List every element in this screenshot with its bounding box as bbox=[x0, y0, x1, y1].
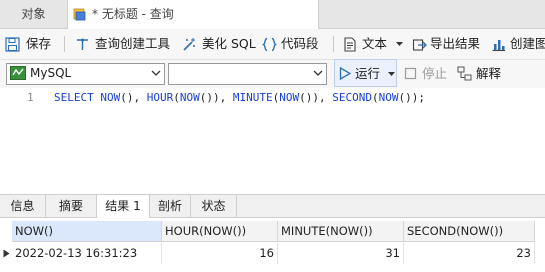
query-builder-icon bbox=[77, 38, 88, 50]
line-number: 1 bbox=[27, 91, 34, 104]
tab-result-1[interactable]: 结果 1 bbox=[97, 195, 150, 218]
result-grid[interactable]: NOW() HOUR(NOW()) MINUTE(NOW()) SECOND(N… bbox=[0, 218, 545, 272]
chevron-down-icon bbox=[313, 70, 323, 76]
text-label: 文本 bbox=[362, 36, 388, 51]
code-punct: ( bbox=[173, 91, 180, 104]
query-builder-label: 查询创建工具 bbox=[95, 36, 171, 51]
query-tab-label: * 无标题 - 查询 bbox=[92, 7, 174, 21]
function-now: NOW bbox=[378, 91, 399, 104]
tab-summary[interactable]: 摘要 bbox=[46, 195, 97, 217]
sql-editor[interactable]: 1 SELECT NOW(), HOUR(NOW()), MINUTE(NOW(… bbox=[0, 88, 545, 192]
tab-objects[interactable]: 对象 bbox=[0, 0, 68, 28]
mysql-connection-icon bbox=[10, 66, 26, 80]
text-button[interactable]: 文本 bbox=[343, 29, 405, 59]
function-now: NOW bbox=[279, 91, 300, 104]
dropdown-arrow-icon bbox=[396, 42, 403, 46]
explain-button[interactable]: 解释 bbox=[457, 60, 509, 88]
function-minute: MINUTE bbox=[232, 91, 273, 104]
function-now: NOW bbox=[100, 91, 121, 104]
table-cell-minute[interactable]: 31 bbox=[278, 243, 404, 264]
function-now: NOW bbox=[179, 91, 200, 104]
code-punct: ()), bbox=[299, 91, 333, 104]
table-cell-hour[interactable]: 16 bbox=[162, 243, 278, 264]
code-snippet-label: 代码段 bbox=[281, 36, 319, 51]
run-label: 运行 bbox=[355, 66, 381, 81]
keyword-select: SELECT bbox=[54, 91, 94, 104]
magic-wand-icon bbox=[183, 38, 195, 51]
stop-label: 停止 bbox=[422, 66, 448, 81]
tab-info[interactable]: 信息 bbox=[0, 195, 46, 217]
beautify-sql-button[interactable]: 美化 SQL bbox=[182, 29, 257, 59]
code-punct: (), bbox=[120, 91, 147, 104]
explain-label: 解释 bbox=[476, 66, 502, 81]
toolbar-divider bbox=[64, 36, 65, 52]
tab-status[interactable]: 状态 bbox=[191, 195, 237, 217]
play-icon bbox=[339, 67, 351, 80]
sql-code-line[interactable]: SELECT NOW(), HOUR(NOW()), MINUTE(NOW())… bbox=[54, 91, 425, 104]
explain-icon bbox=[457, 66, 472, 81]
query-builder-button[interactable]: 查询创建工具 bbox=[75, 29, 175, 59]
connection-select-value: MySQL bbox=[30, 66, 72, 80]
create-chart-label: 创建图 bbox=[510, 36, 545, 51]
code-punct: ()), bbox=[199, 91, 233, 104]
toolbar-divider bbox=[333, 36, 334, 52]
run-button[interactable]: 运行 bbox=[334, 59, 397, 87]
save-button[interactable]: 保存 bbox=[5, 29, 57, 59]
chart-icon bbox=[492, 40, 505, 52]
current-row-indicator-icon bbox=[3, 249, 10, 258]
tab-bar: 对象 * 无标题 - 查询 bbox=[0, 0, 545, 29]
export-results-label: 导出结果 bbox=[430, 36, 481, 51]
stop-icon bbox=[404, 67, 417, 80]
line-number-gutter: 1 bbox=[0, 88, 40, 192]
chevron-down-icon bbox=[151, 70, 161, 76]
code-snippet-button[interactable]: 代码段 bbox=[262, 29, 324, 59]
column-header-now[interactable]: NOW() bbox=[12, 221, 162, 242]
create-chart-button[interactable]: 创建图 bbox=[491, 29, 545, 59]
column-header-minute[interactable]: MINUTE(NOW()) bbox=[278, 221, 404, 242]
connection-select[interactable]: MySQL bbox=[6, 63, 165, 85]
database-select[interactable] bbox=[168, 63, 327, 85]
tab-query[interactable]: * 无标题 - 查询 bbox=[68, 0, 319, 29]
tab-profile[interactable]: 剖析 bbox=[150, 195, 191, 217]
code-punct: ()); bbox=[398, 91, 426, 104]
document-icon bbox=[344, 37, 356, 52]
braces-icon bbox=[262, 37, 277, 52]
connection-toolbar: MySQL 运行 停止 解释 bbox=[0, 59, 545, 89]
stop-button[interactable]: 停止 bbox=[404, 60, 452, 88]
export-results-button[interactable]: 导出结果 bbox=[412, 29, 484, 59]
function-second: SECOND bbox=[332, 91, 372, 104]
query-tab-icon bbox=[73, 8, 86, 21]
save-icon bbox=[5, 37, 20, 52]
table-cell-now[interactable]: 2022-02-13 16:31:23 bbox=[12, 243, 162, 264]
beautify-sql-label: 美化 SQL bbox=[202, 36, 256, 51]
result-tabs: 信息 摘要 结果 1 剖析 状态 bbox=[0, 194, 545, 218]
function-hour: HOUR bbox=[146, 91, 174, 104]
column-header-hour[interactable]: HOUR(NOW()) bbox=[162, 221, 278, 242]
column-header-second[interactable]: SECOND(NOW()) bbox=[404, 221, 535, 242]
main-toolbar: 保存 查询创建工具 美化 SQL 代码段 文本 导出结果 创建图 bbox=[0, 29, 545, 60]
table-cell-second[interactable]: 23 bbox=[404, 243, 535, 264]
dropdown-arrow-icon bbox=[388, 72, 395, 76]
save-label: 保存 bbox=[26, 36, 52, 51]
code-punct: ( bbox=[372, 91, 379, 104]
export-icon bbox=[412, 39, 427, 51]
